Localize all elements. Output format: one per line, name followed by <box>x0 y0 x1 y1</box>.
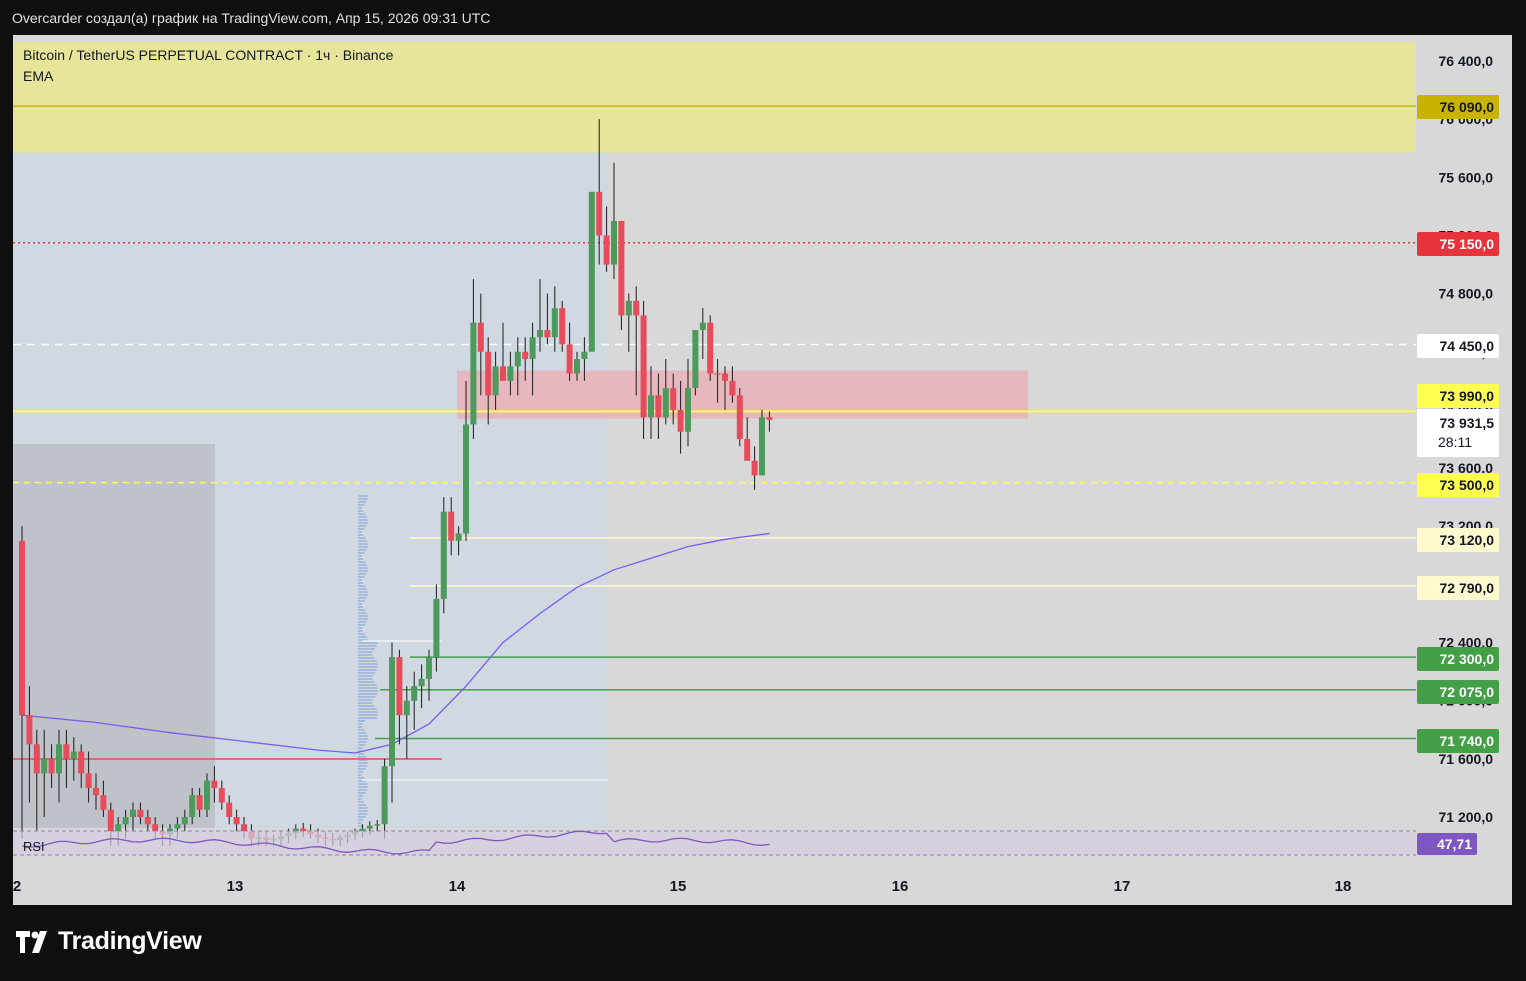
chart-frame[interactable] <box>13 35 1512 905</box>
symbol-legend[interactable]: Bitcoin / TetherUS PERPETUAL CONTRACT · … <box>23 45 393 87</box>
symbol-title: Bitcoin / TetherUS PERPETUAL CONTRACT · … <box>23 47 394 63</box>
tradingview-logo-text: TradingView <box>58 927 202 955</box>
rsi-label[interactable]: RSI <box>23 839 45 854</box>
tradingview-logo[interactable]: TradingView <box>16 927 202 956</box>
tradingview-logo-icon <box>16 930 47 953</box>
chart-author-header: Overcarder создал(а) график на TradingVi… <box>12 10 491 26</box>
indicator-label-ema[interactable]: EMA <box>23 66 393 87</box>
